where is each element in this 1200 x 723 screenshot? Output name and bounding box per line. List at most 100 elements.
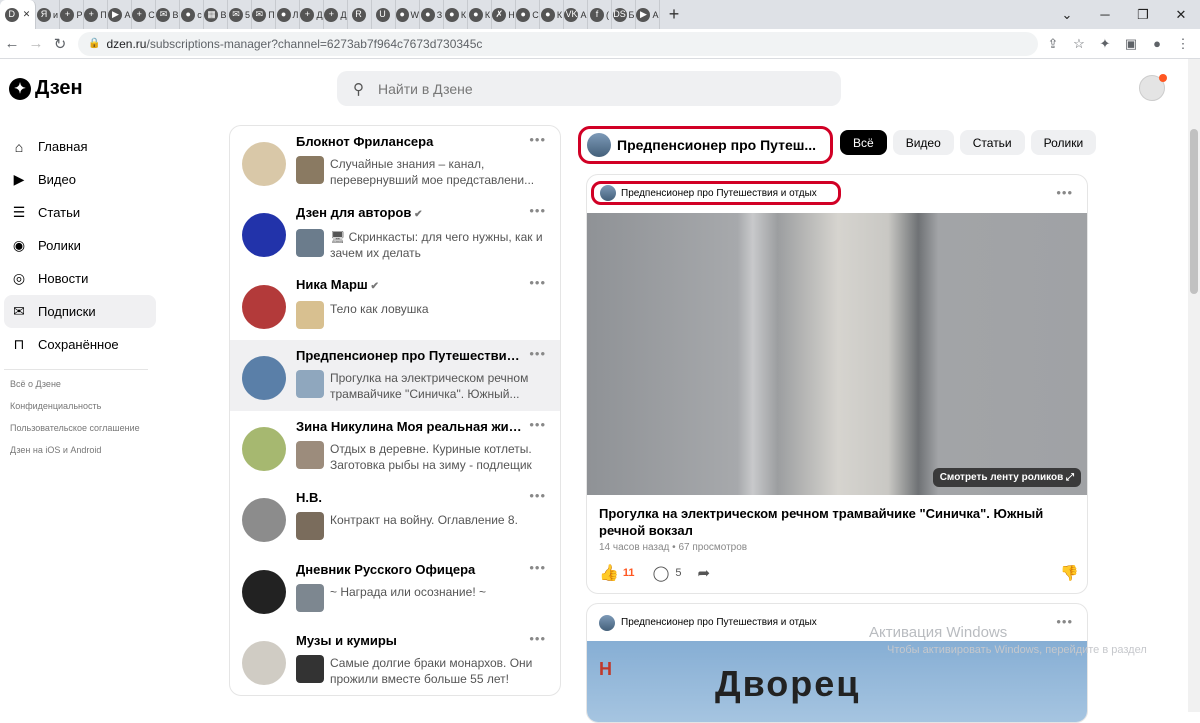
user-avatar[interactable] — [1139, 74, 1167, 101]
filter-tab[interactable]: Статьи — [959, 130, 1025, 155]
subscription-more-icon[interactable]: ••• — [529, 132, 546, 147]
close-window-button[interactable]: ✕ — [1162, 0, 1200, 29]
post-card-2[interactable]: Предпенсионер про Путешествия и отдых ••… — [586, 603, 1088, 723]
sidebar-item-3[interactable]: ◉ Ролики — [4, 229, 156, 262]
post2-channel-name[interactable]: Предпенсионер про Путешествия и отдых — [621, 617, 817, 628]
share-post-icon[interactable]: ➦ — [697, 564, 710, 582]
sidebar-item-0[interactable]: ⌂ Главная — [4, 130, 156, 163]
comment-icon[interactable]: ◯ — [653, 564, 670, 582]
scrollbar-thumb[interactable] — [1190, 129, 1198, 294]
footer-link[interactable]: Конфиденциальность — [4, 400, 156, 412]
post2-more-icon[interactable]: ••• — [1056, 614, 1073, 629]
tab-search-button[interactable]: ⌄ — [1048, 0, 1086, 29]
minimize-button[interactable]: ─ — [1086, 0, 1124, 29]
sidebar-item-1[interactable]: ▶ Видео — [4, 163, 156, 196]
browser-tab[interactable]: ● С — [516, 0, 540, 29]
browser-tab[interactable]: U — [372, 0, 396, 29]
filter-tab[interactable]: Всё — [840, 130, 887, 155]
browser-tab[interactable]: ▦ В — [204, 0, 228, 29]
channel-header[interactable]: Предпенсионер про Путеш... — [578, 126, 833, 164]
browser-tab[interactable]: ✉ П — [252, 0, 276, 29]
browser-tab[interactable]: R — [348, 0, 372, 29]
share-icon[interactable]: ⇪ — [1042, 36, 1064, 52]
sidebar-item-2[interactable]: ☰ Статьи — [4, 196, 156, 229]
forward-button[interactable]: → — [24, 35, 48, 52]
browser-tab[interactable]: + П — [84, 0, 108, 29]
subscription-item[interactable]: Зина Никулина Моя реальная жизнь Отдых в … — [230, 411, 560, 482]
page-scrollbar[interactable] — [1188, 59, 1200, 712]
browser-tab[interactable]: ● W — [396, 0, 420, 29]
browser-tab[interactable]: ✉ 5 — [228, 0, 252, 29]
subscription-item[interactable]: Н.В. Контракт на войну. Оглавление 8. ••• — [230, 482, 560, 553]
tab-favicon-icon: DS — [612, 7, 627, 22]
tab-favicon-icon: D — [4, 7, 19, 22]
like-icon[interactable]: 👍 — [599, 563, 619, 583]
browser-tab[interactable]: D ✕ — [0, 0, 36, 29]
browser-tab[interactable]: ✉ В — [156, 0, 180, 29]
bookmark-star-icon[interactable]: ☆ — [1068, 36, 1090, 52]
subscription-name-text: Музы и кумиры — [296, 633, 397, 649]
search-input[interactable]: ⚲ Найти в Дзене — [337, 71, 841, 106]
dislike-icon[interactable]: 👎 — [1060, 564, 1079, 582]
post-channel-link[interactable]: Предпенсионер про Путешествия и отдых — [591, 181, 841, 205]
sidebar-item-5[interactable]: ✉ Подписки — [4, 295, 156, 328]
browser-tab[interactable]: Яи — [36, 0, 60, 29]
post-card[interactable]: Предпенсионер про Путешествия и отдых ••… — [586, 174, 1088, 594]
subscription-item[interactable]: Предпенсионер про Путешествия и ... Прогу… — [230, 339, 560, 412]
browser-tab[interactable]: + Д — [324, 0, 348, 29]
sidebar-item-4[interactable]: ◎ Новости — [4, 262, 156, 295]
browser-tab[interactable]: DS Б — [612, 0, 636, 29]
subscription-more-icon[interactable]: ••• — [529, 417, 546, 432]
menu-icon[interactable]: ⋮ — [1172, 36, 1194, 52]
browser-tab[interactable]: ● с — [180, 0, 204, 29]
restore-button[interactable]: ❐ — [1124, 0, 1162, 29]
side-panel-icon[interactable]: ▣ — [1120, 36, 1142, 52]
reload-button[interactable]: ↻ — [48, 35, 72, 53]
tab-close-icon[interactable]: ✕ — [23, 9, 31, 20]
post-more-icon[interactable]: ••• — [1056, 185, 1073, 200]
tab-favicon-icon: ▦ — [204, 7, 219, 22]
browser-tab[interactable]: + Д — [300, 0, 324, 29]
subscription-item[interactable]: Блокнот Фрилансера Случайные знания – кан… — [230, 126, 560, 197]
browser-tab[interactable]: ● К — [444, 0, 468, 29]
footer-link[interactable]: Пользовательское соглашение — [4, 422, 156, 434]
filter-tab[interactable]: Видео — [892, 130, 954, 155]
dzen-logo[interactable]: ✦ Дзен — [9, 77, 83, 100]
subscription-item[interactable]: Дзен для авторов ✔ 🖥 Скринкасты: для чего… — [230, 197, 560, 268]
browser-tab[interactable]: VK А — [564, 0, 588, 29]
browser-tab[interactable]: ✗ Н — [492, 0, 516, 29]
browser-tab[interactable]: ▶ А — [636, 0, 660, 29]
subscription-more-icon[interactable]: ••• — [529, 560, 546, 575]
profile-icon[interactable]: ● — [1146, 36, 1168, 52]
browser-tab[interactable]: ● З — [420, 0, 444, 29]
subscription-item[interactable]: Дневник Русского Офицера ~ Награда или ос… — [230, 554, 560, 625]
footer-link[interactable]: Всё о Дзене — [4, 378, 156, 390]
browser-tab[interactable]: + С — [132, 0, 156, 29]
watch-shorts-button[interactable]: Смотреть ленту роликов ⤢ — [932, 468, 1081, 487]
tab-title: 5 — [244, 9, 250, 20]
browser-tab[interactable]: ● Л — [276, 0, 300, 29]
subscription-more-icon[interactable]: ••• — [529, 631, 546, 646]
browser-tab[interactable]: f( — [588, 0, 612, 29]
browser-tab[interactable]: + Р — [60, 0, 84, 29]
new-tab-button[interactable]: + — [660, 0, 688, 29]
subscription-more-icon[interactable]: ••• — [529, 275, 546, 290]
url-bar[interactable]: 🔒 dzen.ru/subscriptions-manager?channel=… — [78, 31, 1038, 56]
post-title[interactable]: Прогулка на электрическом речном трамвай… — [599, 505, 1079, 539]
footer-link[interactable]: Дзен на iOS и Android — [4, 444, 156, 456]
browser-tab[interactable]: ● К — [540, 0, 564, 29]
post-video-preview[interactable]: Смотреть ленту роликов ⤢ — [587, 213, 1087, 495]
extensions-icon[interactable]: ✦ — [1094, 36, 1116, 52]
subscription-more-icon[interactable]: ••• — [529, 346, 546, 361]
filter-tab[interactable]: Ролики — [1030, 130, 1097, 155]
browser-tab[interactable]: ● К — [468, 0, 492, 29]
back-button[interactable]: ← — [0, 35, 24, 52]
sidebar-item-6[interactable]: ⊓ Сохранённое — [4, 328, 156, 361]
subscription-item[interactable]: Музы и кумиры Самые долгие браки монархов… — [230, 625, 560, 695]
subscription-item[interactable]: Ника Марш ✔ Тело как ловушка ••• — [230, 269, 560, 340]
browser-tab[interactable]: ▶ А — [108, 0, 132, 29]
subscription-avatar — [242, 641, 286, 686]
subscription-more-icon[interactable]: ••• — [529, 488, 546, 503]
subscription-avatar — [242, 427, 286, 472]
subscription-more-icon[interactable]: ••• — [529, 203, 546, 218]
